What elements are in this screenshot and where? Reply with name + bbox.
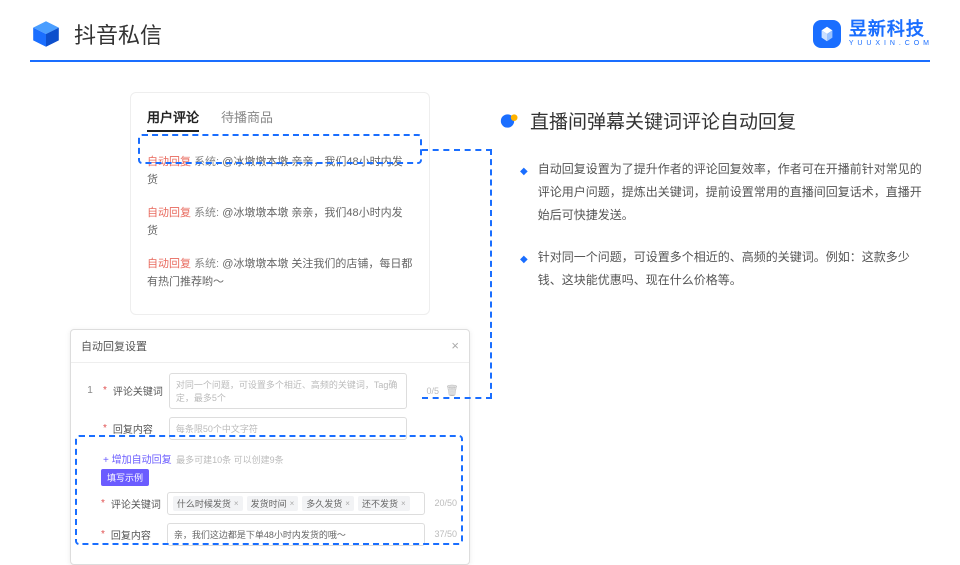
example-badge: 填写示例 bbox=[101, 469, 149, 486]
tab-pending-products[interactable]: 待播商品 bbox=[221, 107, 273, 132]
chip-count: 20/50 bbox=[431, 498, 457, 508]
comment-panel: 用户评论 待播商品 自动回复 系统: @冰墩墩本墩 亲亲，我们48小时内发货 自… bbox=[130, 92, 430, 315]
system-label: 系统: bbox=[194, 156, 219, 168]
keyword-label: 评论关键词 bbox=[113, 383, 163, 398]
tab-user-comments[interactable]: 用户评论 bbox=[147, 107, 199, 132]
bubble-icon bbox=[500, 111, 520, 131]
bullet-1: ◆ 自动回复设置为了提升作者的评论回复效率，作者可在开播前针对常见的评论用户问题… bbox=[500, 158, 930, 226]
add-hint: 最多可建10条 可以创建9条 bbox=[176, 455, 284, 465]
settings-title: 自动回复设置 bbox=[81, 338, 147, 354]
keyword-input[interactable]: 对同一个问题，可设置多个相近、高频的关键词，Tag确定，最多5个 bbox=[169, 373, 407, 409]
chip: 多久发货× bbox=[302, 496, 354, 511]
close-icon[interactable]: × bbox=[451, 338, 459, 353]
delete-icon[interactable]: 🗑 bbox=[445, 384, 457, 397]
chip: 发货时间× bbox=[247, 496, 299, 511]
row-number: 1 bbox=[83, 385, 97, 396]
chip: 什么时候发货× bbox=[173, 496, 243, 511]
auto-reply-settings-panel: 自动回复设置 × 1 * 评论关键词 对同一个问题，可设置多个相近、高频的关键词… bbox=[70, 329, 470, 565]
example-content: 亲，我们这边都是下单48小时内发货的哦～ bbox=[167, 523, 425, 546]
auto-reply-tag: 自动回复 bbox=[147, 156, 191, 168]
example-content-count: 37/50 bbox=[431, 529, 457, 539]
add-auto-reply-link[interactable]: + 增加自动回复 bbox=[103, 455, 172, 466]
chip: 还不发货× bbox=[358, 496, 410, 511]
content-input[interactable]: 每条限50个中文字符 bbox=[169, 417, 407, 440]
brand-sub: Y U U X I N . C O M bbox=[849, 40, 930, 48]
page-title: 抖音私信 bbox=[74, 18, 162, 50]
section-title: 直播间弹幕关键词评论自动回复 bbox=[530, 107, 796, 134]
header: 抖音私信 昱新科技 Y U U X I N . C O M bbox=[0, 0, 960, 60]
brand-logo-icon bbox=[813, 20, 841, 48]
keyword-count: 0/5 bbox=[413, 386, 439, 396]
diamond-icon: ◆ bbox=[520, 162, 528, 226]
required-dot: * bbox=[103, 385, 107, 396]
cube-icon bbox=[30, 18, 62, 50]
diamond-icon: ◆ bbox=[520, 250, 528, 292]
comment-row-1: 自动回复 系统: @冰墩墩本墩 亲亲，我们48小时内发货 bbox=[147, 146, 413, 197]
comment-row-3: 自动回复 系统: @冰墩墩本墩 关注我们的店铺，每日都有热门推荐哟～ bbox=[147, 248, 413, 299]
comment-row-2: 自动回复 系统: @冰墩墩本墩 亲亲，我们48小时内发货 bbox=[147, 197, 413, 248]
brand-name: 昱新科技 bbox=[849, 20, 930, 40]
content-label: 回复内容 bbox=[113, 421, 163, 436]
example-keyword-chips[interactable]: 什么时候发货× 发货时间× 多久发货× 还不发货× bbox=[167, 492, 425, 515]
brand: 昱新科技 Y U U X I N . C O M bbox=[813, 20, 930, 48]
bullet-2: ◆ 针对同一个问题，可设置多个相近的、高频的关键词。例如：这款多少钱、这块能优惠… bbox=[500, 246, 930, 292]
